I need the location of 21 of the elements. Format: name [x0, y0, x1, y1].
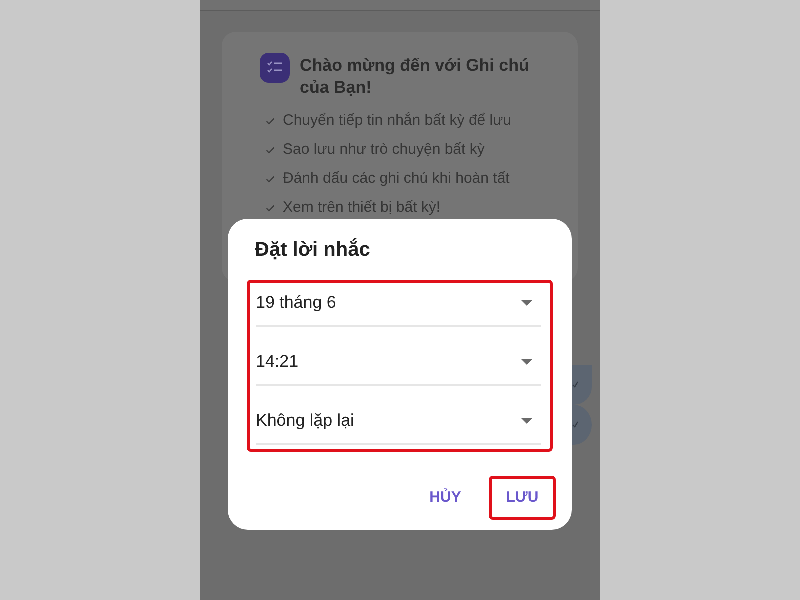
dialog-title: Đặt lời nhắc	[255, 238, 370, 262]
check-icon	[266, 204, 275, 212]
check-icon	[266, 146, 275, 154]
welcome-title: Chào mừng đến với Ghi chú của Bạn!	[300, 55, 530, 99]
check-bubble-icon	[572, 405, 592, 445]
dialog-button[interactable]: LƯU	[489, 476, 556, 520]
caret-icon	[521, 300, 533, 306]
feature-text: Đánh dấu các ghi chú khi hoàn tất	[283, 170, 510, 188]
feature-text: Xem trên thiết bị bất kỳ!	[283, 199, 441, 217]
check-bubble-icon	[572, 365, 592, 405]
caret-icon	[521, 418, 533, 424]
feature-text: Sao lưu như trò chuyện bất kỳ	[283, 141, 485, 159]
caret-icon	[521, 359, 533, 365]
check-icon	[266, 176, 275, 182]
check-icon	[266, 118, 275, 124]
checklist-icon	[260, 53, 290, 83]
dropdown-field[interactable]: Không lặp lại	[256, 409, 541, 445]
feature-text: Chuyển tiếp tin nhắn bất kỳ để lưu	[283, 112, 512, 130]
dropdown-field[interactable]: 19 tháng 6	[256, 291, 541, 327]
dialog-button[interactable]: HỦY	[412, 476, 479, 520]
dropdown-field[interactable]: 14:21	[256, 350, 541, 386]
